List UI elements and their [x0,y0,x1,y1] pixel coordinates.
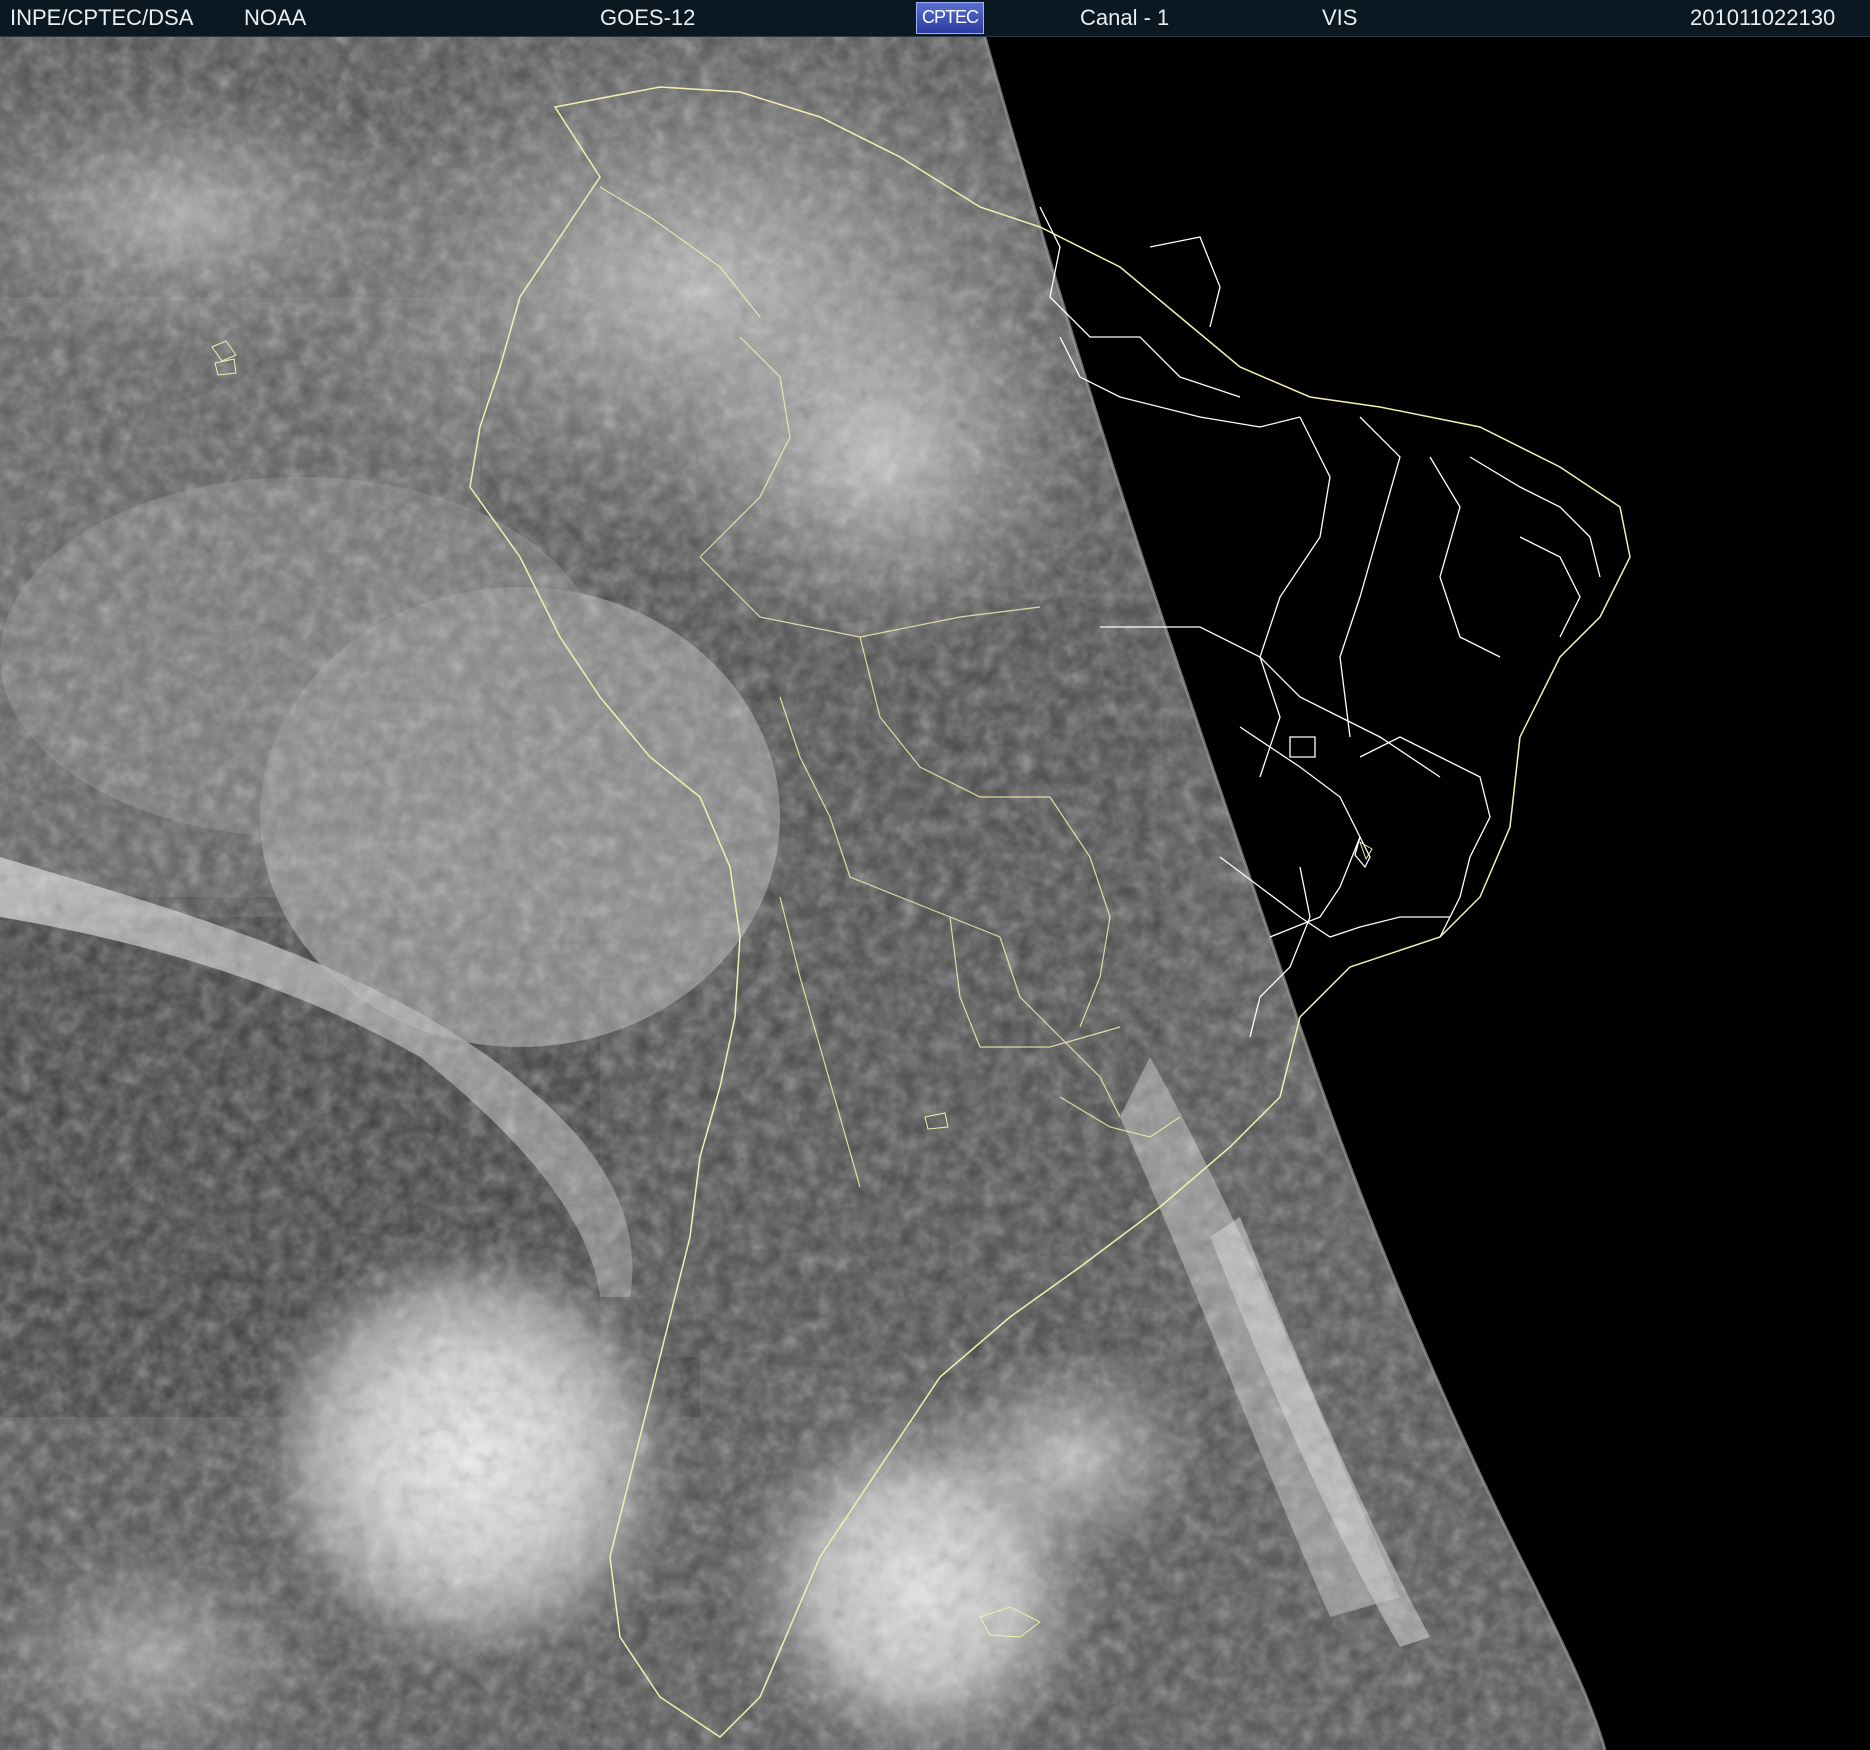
cptec-logo-text: CPTEC [921,7,979,27]
satellite-image-svg [0,37,1870,1750]
satellite-label: GOES-12 [600,5,696,30]
cptec-logo: CPTEC [916,2,984,34]
channel-label: Canal - 1 [1080,5,1170,30]
band-label: VIS [1322,5,1358,30]
satellite-image [0,37,1870,1750]
source-label: INPE/CPTEC/DSA [10,5,194,30]
agency-label: NOAA [244,5,307,30]
header-bar: INPE/CPTEC/DSA NOAA GOES-12 CPTEC Canal … [0,0,1870,37]
timestamp-label: 201011022130 [1690,5,1836,30]
